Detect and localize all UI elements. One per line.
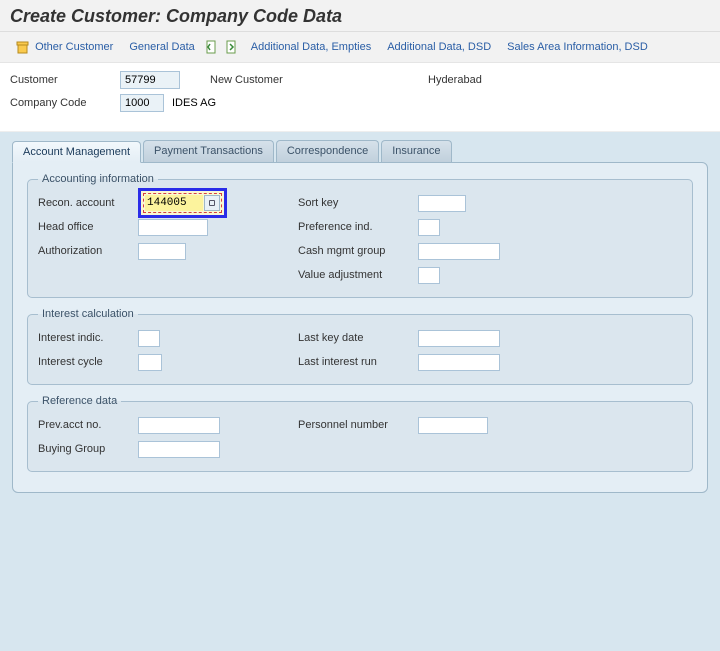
- tab-area: Account Management Payment Transactions …: [0, 132, 720, 651]
- tab-insurance[interactable]: Insurance: [381, 140, 451, 162]
- customer-icon: [16, 40, 30, 54]
- buying-group-input[interactable]: [138, 441, 220, 458]
- interest-indic-input[interactable]: [138, 330, 160, 347]
- interest-calculation-legend: Interest calculation: [38, 308, 138, 320]
- recon-account-highlight: [138, 188, 227, 218]
- general-data-button[interactable]: General Data: [123, 39, 200, 55]
- last-interest-run-input[interactable]: [418, 354, 500, 371]
- interest-calculation-group: Interest calculation Interest indic. Las…: [27, 308, 693, 385]
- personnel-number-input[interactable]: [418, 417, 488, 434]
- customer-label: Customer: [10, 74, 120, 86]
- doc-next-icon[interactable]: [225, 40, 239, 54]
- company-code-input[interactable]: [120, 94, 164, 112]
- tab-content: Accounting information Recon. account So…: [12, 162, 708, 493]
- last-interest-run-label: Last interest run: [298, 356, 418, 368]
- interest-indic-label: Interest indic.: [38, 332, 138, 344]
- customer-input[interactable]: [120, 71, 180, 89]
- prev-acct-no-label: Prev.acct no.: [38, 419, 138, 431]
- cash-mgmt-group-label: Cash mgmt group: [298, 245, 418, 257]
- personnel-number-label: Personnel number: [298, 419, 418, 431]
- accounting-information-group: Accounting information Recon. account So…: [27, 173, 693, 298]
- page-title: Create Customer: Company Code Data: [10, 6, 710, 27]
- head-office-label: Head office: [38, 221, 138, 233]
- additional-data-dsd-button[interactable]: Additional Data, DSD: [381, 39, 497, 55]
- preference-ind-label: Preference ind.: [298, 221, 418, 233]
- preference-ind-input[interactable]: [418, 219, 440, 236]
- other-customer-button[interactable]: Other Customer: [10, 38, 119, 56]
- value-adjustment-input[interactable]: [418, 267, 440, 284]
- doc-prev-icon[interactable]: [205, 40, 219, 54]
- recon-account-search-button[interactable]: [204, 195, 220, 211]
- additional-data-empties-button[interactable]: Additional Data, Empties: [245, 39, 377, 55]
- recon-account-input[interactable]: [145, 195, 203, 211]
- value-adjustment-label: Value adjustment: [298, 269, 418, 281]
- company-code-name: IDES AG: [172, 97, 216, 109]
- company-code-label: Company Code: [10, 97, 120, 109]
- tab-account-management[interactable]: Account Management: [12, 141, 141, 163]
- cash-mgmt-group-input[interactable]: [418, 243, 500, 260]
- tabs: Account Management Payment Transactions …: [12, 132, 708, 162]
- buying-group-label: Buying Group: [38, 443, 138, 455]
- authorization-label: Authorization: [38, 245, 138, 257]
- header-form: Customer New Customer Hyderabad Company …: [0, 63, 720, 132]
- recon-account-label: Recon. account: [38, 197, 138, 209]
- interest-cycle-label: Interest cycle: [38, 356, 138, 368]
- last-key-date-label: Last key date: [298, 332, 418, 344]
- accounting-information-legend: Accounting information: [38, 173, 158, 185]
- tab-payment-transactions[interactable]: Payment Transactions: [143, 140, 274, 162]
- customer-city: Hyderabad: [428, 74, 482, 86]
- sales-area-info-dsd-button[interactable]: Sales Area Information, DSD: [501, 39, 654, 55]
- prev-acct-no-input[interactable]: [138, 417, 220, 434]
- last-key-date-input[interactable]: [418, 330, 500, 347]
- other-customer-label: Other Customer: [35, 41, 113, 53]
- tab-correspondence[interactable]: Correspondence: [276, 140, 379, 162]
- sort-key-input[interactable]: [418, 195, 466, 212]
- head-office-input[interactable]: [138, 219, 208, 236]
- title-bar: Create Customer: Company Code Data: [0, 0, 720, 32]
- toolbar: Other Customer General Data Additional D…: [0, 32, 720, 63]
- sort-key-label: Sort key: [298, 197, 418, 209]
- search-help-icon: [209, 200, 215, 206]
- interest-cycle-input[interactable]: [138, 354, 162, 371]
- reference-data-legend: Reference data: [38, 395, 121, 407]
- authorization-input[interactable]: [138, 243, 186, 260]
- reference-data-group: Reference data Prev.acct no. Personnel n…: [27, 395, 693, 472]
- customer-name: New Customer: [210, 74, 410, 86]
